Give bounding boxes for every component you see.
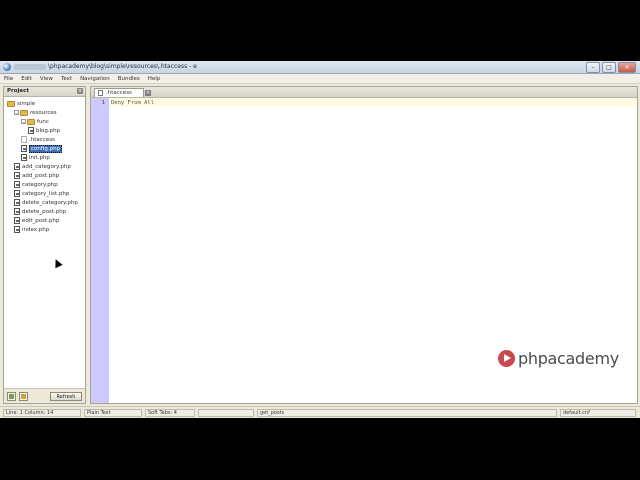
status-symbol[interactable]: get_posts [257, 409, 557, 417]
tree-item[interactable]: init.php [21, 153, 50, 162]
status-cursor-position: Line: 1 Column: 14 [3, 409, 81, 417]
status-bar: Line: 1 Column: 14 Plain Text Soft Tabs:… [0, 406, 640, 418]
tree-item[interactable]: edit_post.php [14, 216, 59, 225]
line-number: 1 [101, 100, 105, 106]
plain-file-icon [21, 136, 27, 143]
php-file-icon [14, 199, 20, 206]
tree-item-label: delete_post.php [22, 208, 67, 215]
add-folder-icon[interactable] [7, 392, 16, 401]
menu-navigation[interactable]: Navigation [80, 76, 110, 82]
php-file-icon [14, 217, 20, 224]
tree-item-label: init.php [29, 154, 50, 161]
project-panel-footer: Refresh [4, 388, 85, 403]
tree-item-label: simple [17, 100, 36, 107]
close-button[interactable]: × [618, 62, 636, 73]
php-file-icon [14, 208, 20, 215]
window-controls: – □ × [586, 62, 636, 73]
php-file-icon [14, 226, 20, 233]
php-file-icon [21, 154, 27, 161]
tree-item[interactable]: delete_post.php [14, 207, 66, 216]
code-line-text[interactable]: Deny From All [111, 100, 154, 106]
status-empty [198, 409, 254, 417]
add-file-icon[interactable] [19, 392, 28, 401]
tree-item-label: resources [30, 109, 57, 116]
tree-item[interactable]: blog.php [28, 126, 60, 135]
tree-item[interactable]: add_category.php [14, 162, 71, 171]
tree-item[interactable]: − resources [14, 108, 57, 117]
tree-item[interactable]: simple [7, 99, 35, 108]
minimize-button[interactable]: – [586, 62, 600, 73]
tree-item-label: blog.php [36, 127, 61, 134]
php-file-icon [14, 190, 20, 197]
menu-view[interactable]: View [40, 76, 53, 82]
php-file-icon [14, 172, 20, 179]
tab-label: .htaccess [106, 90, 132, 96]
folder-icon [7, 100, 15, 107]
play-logo-icon [498, 350, 515, 367]
tab-close-icon[interactable]: × [145, 90, 151, 96]
expand-toggle-icon[interactable]: − [21, 119, 26, 125]
tree-item-label: .htaccess [29, 136, 55, 143]
window-title: \phpacademy\blog\simple\resources\.htacc… [48, 63, 197, 70]
app-icon [3, 63, 11, 71]
php-file-icon [28, 127, 34, 134]
tree-item-label: func [37, 118, 49, 125]
tree-item-label: delete_category.php [22, 199, 78, 206]
php-file-icon [14, 181, 20, 188]
tree-item[interactable]: delete_category.php [14, 198, 78, 207]
tree-item-label: index.php [22, 226, 50, 233]
tree-item-label: add_post.php [22, 172, 60, 179]
tree-item-label: add_category.php [22, 163, 71, 170]
status-theme[interactable]: default.cnf [560, 409, 636, 417]
project-panel-title: Project [7, 88, 30, 94]
tree-item-label: edit_post.php [22, 217, 60, 224]
menu-file[interactable]: File [4, 76, 13, 82]
refresh-button[interactable]: Refresh [50, 392, 82, 401]
tab-htaccess[interactable]: .htaccess × [94, 88, 151, 97]
title-path-prefix [14, 64, 46, 70]
status-language[interactable]: Plain Text [84, 409, 142, 417]
tree-item[interactable]: category_list.php [14, 189, 69, 198]
close-icon[interactable]: × [77, 88, 83, 94]
plain-file-icon [98, 90, 103, 96]
tree-item-label: config.php [29, 144, 63, 153]
folder-icon [20, 109, 28, 116]
project-panel-header: Project × [4, 87, 85, 97]
tree-item[interactable]: − func [21, 117, 49, 126]
menu-bar: File Edit View Text Navigation Bundles H… [0, 74, 640, 84]
title-bar: \phpacademy\blog\simple\resources\.htacc… [0, 61, 640, 74]
status-soft-tabs[interactable]: Soft Tabs: 4 [145, 409, 195, 417]
menu-help[interactable]: Help [148, 76, 161, 82]
tree-item-label: category_list.php [22, 190, 70, 197]
phpacademy-watermark: phpacademy [498, 349, 619, 368]
editor-frame: .htaccess × 1 Deny From All phpacademy [90, 86, 638, 404]
tree-item[interactable]: category.php [14, 180, 58, 189]
maximize-button[interactable]: □ [602, 62, 616, 73]
menu-bundles[interactable]: Bundles [118, 76, 140, 82]
project-panel: Project × simple − resources − func blog.php.… [3, 86, 86, 404]
line-number-gutter: 1 [91, 98, 109, 403]
current-line-highlight[interactable]: Deny From All [109, 98, 637, 107]
folder-icon [27, 118, 35, 125]
watermark-text: phpacademy [518, 349, 619, 368]
menu-text[interactable]: Text [61, 76, 72, 82]
php-file-icon [14, 163, 20, 170]
application-window: \phpacademy\blog\simple\resources\.htacc… [0, 61, 640, 418]
tab-strip: .htaccess × [91, 87, 637, 98]
tree-item[interactable]: .htaccess [21, 135, 55, 144]
tree-item-label: category.php [22, 181, 58, 188]
tree-item[interactable]: index.php [14, 225, 49, 234]
expand-toggle-icon[interactable]: − [14, 110, 19, 116]
tree-item[interactable]: add_post.php [14, 171, 59, 180]
php-file-icon [21, 145, 27, 152]
tree-item[interactable]: config.php [21, 144, 63, 153]
menu-edit[interactable]: Edit [21, 76, 32, 82]
